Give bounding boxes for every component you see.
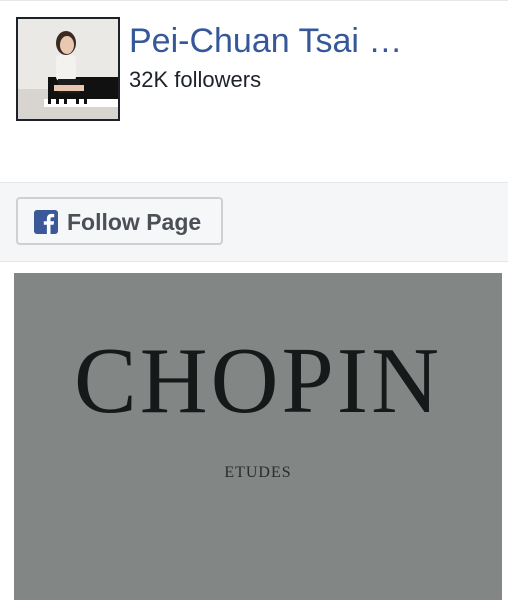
avatar-image: [18, 19, 118, 119]
facebook-icon: [34, 210, 58, 234]
followers-count: 32K followers: [129, 67, 262, 92]
follow-page-label: Follow Page: [67, 209, 202, 235]
page-header: Pei-Chuan Tsai … 32K followers: [0, 0, 508, 182]
facebook-page-plugin: Pei-Chuan Tsai … 32K followers Follow Pa…: [0, 0, 508, 600]
cover-title: CHOPIN: [74, 329, 442, 433]
page-name-link[interactable]: Pei-Chuan Tsai …: [129, 21, 402, 61]
action-bar: Follow Page: [0, 182, 508, 262]
cover-photo[interactable]: CHOPIN ETUDES: [14, 273, 502, 600]
follow-page-button[interactable]: Follow Page: [16, 197, 223, 245]
page-profile-photo[interactable]: [16, 17, 120, 121]
cover-subtitle: ETUDES: [224, 464, 292, 481]
